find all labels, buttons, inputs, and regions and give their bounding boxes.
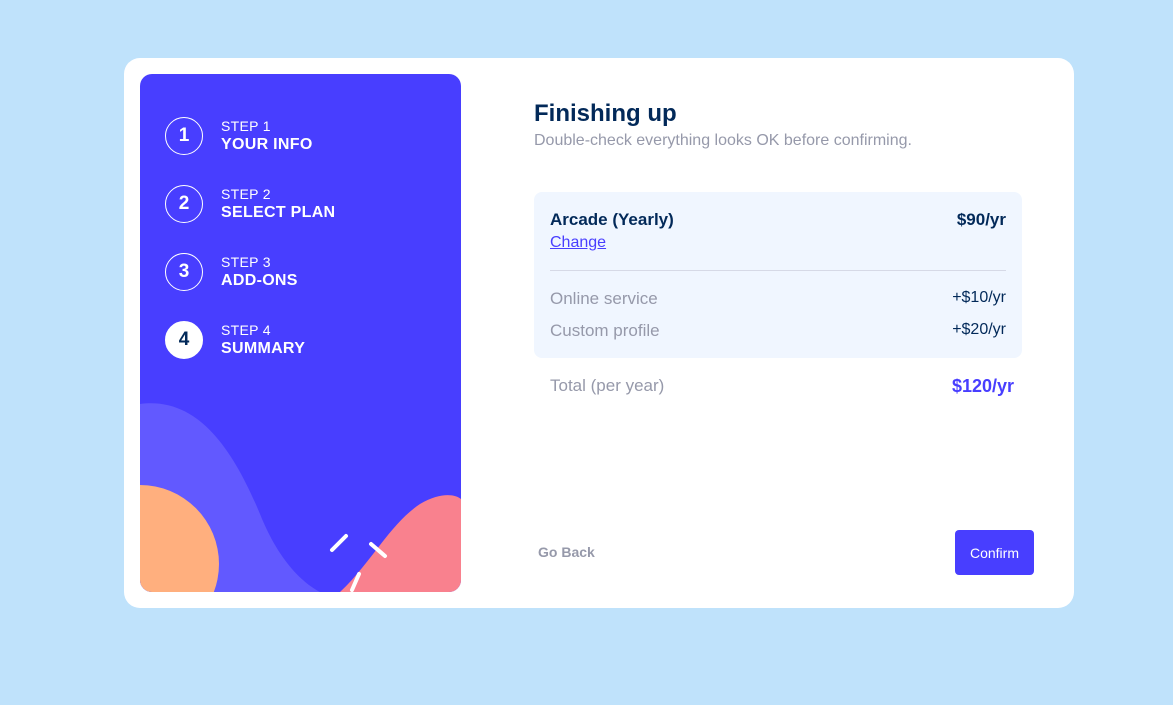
total-price: $120/yr (951, 376, 1014, 396)
step-select-plan: 2 STEP 2 SELECT PLAN (165, 183, 335, 225)
change-plan-link[interactable]: Change (550, 234, 606, 252)
total-label: Total (per year) (550, 376, 665, 395)
sparkle-line-1 (330, 534, 348, 552)
addon-price: +$10/yr (952, 289, 1006, 306)
addon-name: Online service (550, 289, 658, 308)
step-label: STEP 3 (221, 253, 271, 270)
step-add-ons: 3 STEP 3 ADD-ONS (165, 251, 298, 293)
step-title: SELECT PLAN (221, 203, 336, 221)
step-label: STEP 2 (221, 185, 271, 202)
confirm-button[interactable]: Confirm (955, 530, 1034, 575)
step-your-info: 1 STEP 1 YOUR INFO (165, 115, 313, 157)
step-title: SUMMARY (221, 339, 306, 357)
step-label: STEP 1 (221, 117, 271, 134)
step-title: ADD-ONS (221, 271, 298, 289)
addon-price: +$20/yr (952, 321, 1006, 338)
form-card: 1 STEP 1 YOUR INFO 2 STEP 2 SELECT PLAN … (124, 58, 1074, 608)
plan-name: Arcade (Yearly) (550, 210, 674, 229)
summary-divider (550, 270, 1006, 271)
addon-name: Custom profile (550, 321, 660, 340)
step-summary: 4 STEP 4 SUMMARY (165, 319, 305, 361)
step-label: STEP 4 (221, 321, 271, 338)
go-back-button[interactable]: Go Back (538, 544, 595, 560)
order-summary-box: Arcade (Yearly) Change $90/yr Online ser… (534, 192, 1022, 358)
plan-price: $90/yr (956, 210, 1006, 229)
page-title: Finishing up (534, 100, 677, 127)
step-number: 1 (165, 117, 203, 155)
step-title: YOUR INFO (221, 135, 313, 153)
addon-row: Custom profile +$20/yr (550, 321, 1006, 343)
page-subtitle: Double-check everything looks OK before … (534, 132, 912, 149)
steps-sidebar: 1 STEP 1 YOUR INFO 2 STEP 2 SELECT PLAN … (140, 74, 461, 592)
step-number: 3 (165, 253, 203, 291)
summary-panel: Finishing up Double-check everything loo… (534, 58, 1034, 608)
step-number-active: 4 (165, 321, 203, 359)
addon-row: Online service +$10/yr (550, 289, 1006, 311)
step-number: 2 (165, 185, 203, 223)
